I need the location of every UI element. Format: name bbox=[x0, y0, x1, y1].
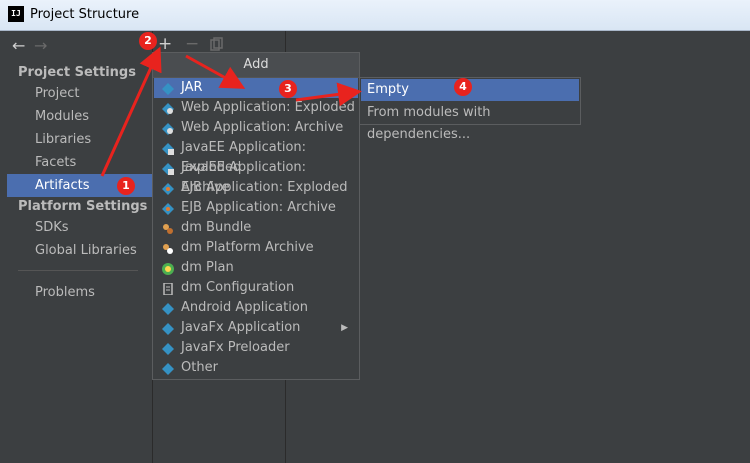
submenu-arrow-icon: ▶ bbox=[341, 83, 348, 93]
menu-item-label: Other bbox=[181, 360, 218, 375]
dm-plan-icon bbox=[162, 262, 174, 275]
popup-title: Add bbox=[153, 53, 359, 78]
ejb-icon bbox=[162, 202, 174, 215]
title-bar: IJ Project Structure bbox=[0, 0, 750, 31]
javaee-icon bbox=[162, 162, 174, 175]
menu-item-label: Android Application bbox=[181, 300, 309, 315]
dm-config-icon bbox=[162, 282, 174, 296]
menu-item-label: dm Plan bbox=[181, 260, 234, 275]
menu-item-label: JAR bbox=[181, 80, 203, 95]
nav-arrows: ← → bbox=[12, 36, 56, 55]
sidebar-item-global-libraries[interactable]: Global Libraries bbox=[35, 243, 137, 258]
add-artifact-popup: Add JAR ▶ Web Application: Exploded Web App… bbox=[152, 52, 360, 380]
sidebar-item-libraries[interactable]: Libraries bbox=[35, 132, 91, 147]
submenu-arrow-icon: ▶ bbox=[341, 323, 348, 333]
android-icon bbox=[162, 302, 174, 315]
project-settings-header: Project Settings bbox=[18, 65, 136, 80]
sidebar-item-problems[interactable]: Problems bbox=[35, 285, 95, 300]
menu-item-dm-platform-archive[interactable]: dm Platform Archive bbox=[154, 238, 358, 258]
sidebar: ← → Project Settings Project Modules Libr… bbox=[0, 31, 153, 463]
step-badge-4: 4 bbox=[454, 78, 472, 96]
step-badge-1: 1 bbox=[117, 177, 135, 195]
menu-item-javafx-preloader[interactable]: JavaFx Preloader bbox=[154, 338, 358, 358]
jar-diamond-icon bbox=[162, 82, 174, 95]
ejb-icon bbox=[162, 182, 174, 195]
menu-item-javafx-application[interactable]: JavaFx Application ▶ bbox=[154, 318, 358, 338]
menu-item-dm-plan[interactable]: dm Plan bbox=[154, 258, 358, 278]
menu-item-dm-bundle[interactable]: dm Bundle bbox=[154, 218, 358, 238]
menu-item-android-application[interactable]: Android Application bbox=[154, 298, 358, 318]
menu-item-label: dm Configuration bbox=[181, 280, 295, 295]
sidebar-item-project[interactable]: Project bbox=[35, 86, 79, 101]
web-app-icon bbox=[162, 122, 174, 135]
sidebar-item-modules[interactable]: Modules bbox=[35, 109, 89, 124]
step-badge-2: 2 bbox=[139, 32, 157, 50]
platform-settings-header: Platform Settings bbox=[18, 199, 148, 214]
sidebar-item-facets[interactable]: Facets bbox=[35, 155, 76, 170]
menu-item-web-application-exploded[interactable]: Web Application: Exploded bbox=[154, 98, 358, 118]
other-icon bbox=[162, 362, 174, 375]
menu-item-ejb-application-archive[interactable]: EJB Application: Archive bbox=[154, 198, 358, 218]
menu-item-dm-configuration[interactable]: dm Configuration bbox=[154, 278, 358, 298]
menu-item-label: JavaFx Application bbox=[181, 320, 301, 335]
menu-item-other[interactable]: Other bbox=[154, 358, 358, 378]
submenu-item-from-modules[interactable]: From modules with dependencies... bbox=[361, 102, 579, 142]
menu-item-web-application-archive[interactable]: Web Application: Archive bbox=[154, 118, 358, 138]
menu-item-ejb-application-exploded[interactable]: EJB Application: Exploded bbox=[154, 178, 358, 198]
add-button[interactable]: + bbox=[158, 34, 172, 54]
javafx-icon bbox=[162, 342, 174, 355]
dm-platform-icon bbox=[162, 242, 174, 254]
window-title: Project Structure bbox=[30, 7, 140, 22]
intellij-app-icon: IJ bbox=[8, 6, 24, 22]
javaee-icon bbox=[162, 142, 174, 155]
arrow-right-icon[interactable]: → bbox=[34, 36, 56, 55]
step-badge-3: 3 bbox=[279, 80, 297, 98]
javafx-icon bbox=[162, 322, 174, 335]
menu-item-label: Web Application: Archive bbox=[181, 120, 344, 135]
arrow-left-icon[interactable]: ← bbox=[12, 36, 34, 55]
dm-bundle-icon bbox=[162, 222, 174, 234]
menu-item-label: JavaFx Preloader bbox=[181, 340, 290, 355]
menu-item-label: Web Application: Exploded bbox=[181, 100, 355, 115]
menu-item-label: dm Platform Archive bbox=[181, 240, 314, 255]
menu-item-javaee-application-archive[interactable]: JavaEE Application: Archive bbox=[154, 158, 358, 195]
remove-button[interactable]: − bbox=[185, 34, 199, 54]
web-app-icon bbox=[162, 102, 174, 115]
sidebar-item-sdks[interactable]: SDKs bbox=[35, 220, 69, 235]
menu-item-javaee-application-exploded[interactable]: JavaEE Application: Exploded bbox=[154, 138, 358, 175]
menu-item-label: EJB Application: Exploded bbox=[181, 180, 348, 195]
menu-item-label: dm Bundle bbox=[181, 220, 252, 235]
menu-item-jar[interactable]: JAR ▶ bbox=[154, 78, 358, 98]
sidebar-divider bbox=[18, 270, 138, 271]
menu-item-label: EJB Application: Archive bbox=[181, 200, 336, 215]
